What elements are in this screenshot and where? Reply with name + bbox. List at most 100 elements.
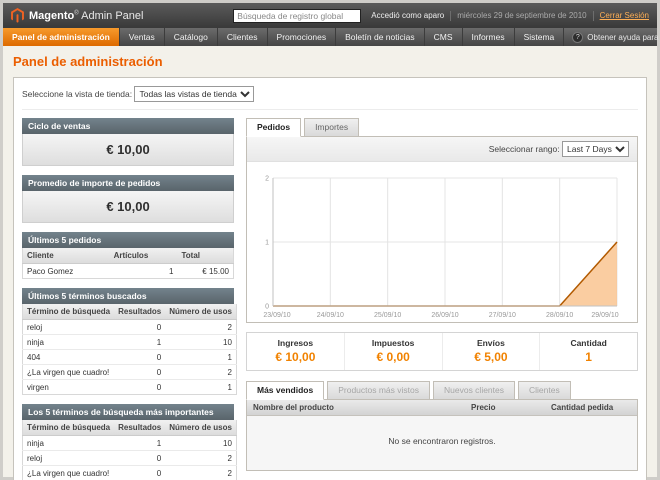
main-nav: Panel de administración Ventas Catálogo … [3,28,657,46]
tab-mas-vendidos[interactable]: Más vendidos [246,381,324,400]
global-search-input[interactable] [233,9,361,23]
col-header: Resultados [114,420,165,436]
table-row[interactable]: ninja 1 10 [23,335,237,350]
magento-logo-icon [11,8,24,23]
dashboard-right-column: Pedidos Importes Seleccionar rango: Last… [246,118,638,471]
page-title: Panel de administración [13,54,647,69]
lifetime-sales-value: € 10,00 [22,134,234,166]
table-row[interactable]: 404 0 1 [23,350,237,365]
top-header: Magento® Admin Panel Accedió como aparo … [3,3,657,28]
store-view-switcher: Seleccione la vista de tienda: Todas las… [22,86,638,110]
col-header: Precio [465,400,545,416]
total-quantity: Cantidad 1 [539,333,637,370]
last-search-terms-table: Término de búsqueda Resultados Número de… [22,304,237,395]
table-row[interactable]: ninja 1 10 [23,436,237,451]
table-row[interactable]: reloj 0 2 [23,320,237,335]
nav-item-sistema[interactable]: Sistema [515,28,565,46]
svg-text:2: 2 [265,176,269,183]
panel-title: Los 5 términos de búsqueda más important… [22,404,234,420]
lifetime-sales-panel: Ciclo de ventas € 10,00 [22,118,234,166]
cell-results: 0 [114,320,165,335]
table-row[interactable]: reloj 0 2 [23,451,237,466]
col-header: Cliente [23,248,110,264]
cell-term: reloj [23,320,115,335]
col-header: Nombre del producto [247,400,465,416]
panel-title: Ciclo de ventas [22,118,234,134]
table-row[interactable]: virgen 0 1 [23,380,237,395]
cell-term: virgen [23,380,115,395]
average-orders-panel: Promedio de importe de pedidos € 10,00 [22,175,234,223]
header-divider [450,11,451,21]
total-value: € 10,00 [251,350,340,364]
magento-logo: Magento® Admin Panel [11,8,143,23]
average-orders-value: € 10,00 [22,191,234,223]
cell-uses: 2 [165,320,236,335]
last-orders-panel: Últimos 5 pedidos Cliente Artículos Tota… [22,232,234,279]
panel-title: Promedio de importe de pedidos [22,175,234,191]
svg-text:23/09/10: 23/09/10 [263,312,290,319]
cell-uses: 2 [165,365,236,380]
cell-term: 404 [23,350,115,365]
nav-item-informes[interactable]: Informes [463,28,515,46]
total-value: € 5,00 [447,350,536,364]
chart-tabs: Pedidos Importes [246,118,638,137]
cell-results: 0 [114,451,165,466]
range-select[interactable]: Last 7 Days [562,141,629,157]
table-row[interactable]: Paco Gomez 1 € 15.00 [23,264,234,279]
nav-item-boletin[interactable]: Boletín de noticias [336,28,424,46]
totals-bar: Ingresos € 10,00 Impuestos € 0,00 Envíos… [246,332,638,371]
logo-text: Magento® Admin Panel [29,10,143,22]
col-header: Número de usos [165,420,236,436]
header-user-area: Accedió como aparo miércoles 29 de septi… [371,11,649,21]
panel-title: Últimos 5 pedidos [22,232,234,248]
cell-term: ninja [23,335,115,350]
logout-link[interactable]: Cerrar Sesión [600,11,649,20]
col-header: Número de usos [165,304,236,320]
nav-item-clientes[interactable]: Clientes [218,28,268,46]
total-label: Impuestos [349,338,438,348]
range-label: Seleccionar rango: [489,144,560,154]
tab-productos-mas-vistos[interactable]: Productos más vistos [327,381,430,400]
cell-results: 0 [114,365,165,380]
logged-in-as: Accedió como aparo [371,11,444,20]
tab-nuevos-clientes[interactable]: Nuevos clientes [433,381,515,400]
nav-item-dashboard[interactable]: Panel de administración [3,28,120,46]
total-label: Cantidad [544,338,633,348]
cell-results: 0 [114,380,165,395]
empty-records-message: No se encontraron registros. [247,416,637,471]
col-header: Resultados [114,304,165,320]
store-view-select[interactable]: Todas las vistas de tienda [134,86,254,102]
nav-item-catalogo[interactable]: Catálogo [165,28,218,46]
tab-importes[interactable]: Importes [304,118,359,137]
products-table: Nombre del producto Precio Cantidad pedi… [247,400,637,470]
dashboard-content: Seleccione la vista de tienda: Todas las… [13,77,647,480]
tab-clientes[interactable]: Clientes [518,381,571,400]
cell-term: reloj [23,451,115,466]
svg-text:29/09/10: 29/09/10 [591,312,618,319]
svg-text:28/09/10: 28/09/10 [546,312,573,319]
top-search-terms-panel: Los 5 términos de búsqueda más important… [22,404,234,480]
cell-uses: 10 [165,436,236,451]
range-bar: Seleccionar rango: Last 7 Days [247,137,637,162]
top-search-terms-table: Término de búsqueda Resultados Número de… [22,420,237,480]
panel-title: Últimos 5 términos buscados [22,288,234,304]
total-value: € 0,00 [349,350,438,364]
cell-term: ¿La virgen que cuadro! [23,365,115,380]
col-header: Total [177,248,233,264]
orders-area-chart: 23/09/1024/09/1025/09/1026/09/1027/09/10… [257,170,627,320]
nav-item-promociones[interactable]: Promociones [268,28,337,46]
cell-term: ¿La virgen que cuadro! [23,466,115,480]
col-header: Término de búsqueda [23,304,115,320]
total-label: Ingresos [251,338,340,348]
total-value: 1 [544,350,633,364]
table-row[interactable]: ¿La virgen que cuadro! 0 2 [23,365,237,380]
svg-text:25/09/10: 25/09/10 [374,312,401,319]
nav-item-ventas[interactable]: Ventas [120,28,165,46]
cell-items: 1 [110,264,178,279]
tab-pedidos[interactable]: Pedidos [246,118,301,137]
table-row[interactable]: ¿La virgen que cuadro! 0 2 [23,466,237,480]
svg-text:24/09/10: 24/09/10 [317,312,344,319]
nav-item-cms[interactable]: CMS [425,28,463,46]
get-help-link[interactable]: ? Obtener ayuda para esta página [564,28,660,46]
cell-results: 1 [114,436,165,451]
